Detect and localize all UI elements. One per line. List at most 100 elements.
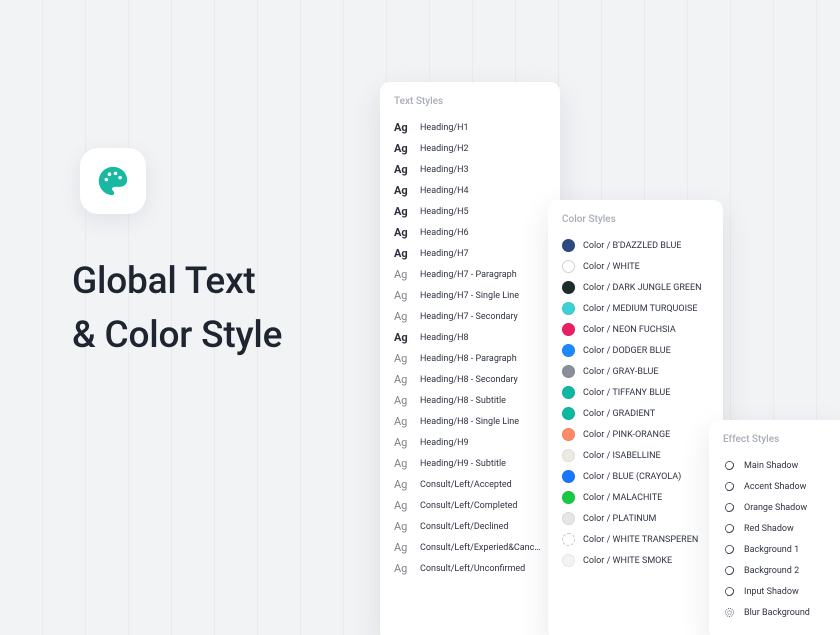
- effect-style-item[interactable]: Main Shadow: [723, 455, 835, 476]
- effect-style-item[interactable]: Orange Shadow: [723, 497, 835, 518]
- text-style-item[interactable]: AgHeading/H5: [394, 201, 546, 222]
- text-style-label: Heading/H8 - Subtitle: [420, 396, 506, 406]
- shadow-icon: [723, 564, 736, 577]
- shadow-icon: [723, 543, 736, 556]
- effect-style-item[interactable]: Background 1: [723, 539, 835, 560]
- color-style-label: Color / GRAY-BLUE: [583, 367, 659, 377]
- color-style-item[interactable]: Color / MALACHITE: [562, 487, 709, 508]
- color-style-label: Color / WHITE TRANSPEREN: [583, 535, 698, 545]
- type-token-icon: Ag: [394, 121, 412, 134]
- effect-styles-title: Effect Styles: [723, 434, 835, 445]
- color-swatch-icon: [562, 386, 575, 399]
- type-token-icon: Ag: [394, 394, 412, 407]
- text-style-label: Heading/H7 - Paragraph: [420, 270, 517, 280]
- text-style-label: Heading/H8 - Paragraph: [420, 354, 517, 364]
- color-swatch-icon: [562, 281, 575, 294]
- type-token-icon: Ag: [394, 373, 412, 386]
- text-style-label: Consult/Left/Declined: [420, 522, 508, 532]
- text-style-item[interactable]: Ag Heading/H8 - Subtitle: [394, 390, 546, 411]
- text-style-label: Consult/Left/Accepted: [420, 480, 512, 490]
- color-style-label: Color / PLATINUM: [583, 514, 656, 524]
- color-style-item[interactable]: Color / B'DAZZLED BLUE: [562, 235, 709, 256]
- color-style-label: Color / WHITE SMOKE: [583, 556, 672, 566]
- text-style-item[interactable]: AgConsult/Left/Accepted: [394, 474, 546, 495]
- text-style-item[interactable]: AgHeading/H7 - Single Line: [394, 285, 546, 306]
- text-style-item[interactable]: Ag Heading/H8 - Paragraph: [394, 348, 546, 369]
- text-style-item[interactable]: AgHeading/H9 - Subtitle: [394, 453, 546, 474]
- color-style-label: Color / MEDIUM TURQUOISE: [583, 304, 698, 314]
- shadow-icon: [723, 585, 736, 598]
- text-style-item[interactable]: AgConsult/Left/Declined: [394, 516, 546, 537]
- color-style-item[interactable]: Color / WHITE: [562, 256, 709, 277]
- color-swatch-icon: [562, 260, 575, 273]
- type-token-icon: Ag: [394, 415, 412, 428]
- color-style-label: Color / DODGER BLUE: [583, 346, 671, 356]
- type-token-icon: Ag: [394, 142, 412, 155]
- effect-style-item[interactable]: Background 2: [723, 560, 835, 581]
- type-token-icon: Ag: [394, 310, 412, 323]
- type-token-icon: Ag: [394, 163, 412, 176]
- color-style-label: Color / ISABELLINE: [583, 451, 661, 461]
- color-style-item[interactable]: Color / BLUE (CRAYOLA): [562, 466, 709, 487]
- text-style-item[interactable]: AgConsult/Left/Completed: [394, 495, 546, 516]
- text-style-label: Heading/H2: [420, 144, 469, 154]
- text-style-label: Consult/Left/Completed: [420, 501, 518, 511]
- text-style-item[interactable]: AgHeading/H7 - Secondary: [394, 306, 546, 327]
- color-style-item[interactable]: Color / DODGER BLUE: [562, 340, 709, 361]
- shadow-icon: [723, 522, 736, 535]
- effect-style-item[interactable]: Accent Shadow: [723, 476, 835, 497]
- headline-line-1: Global Text: [72, 255, 282, 309]
- color-style-item[interactable]: Color / NEON FUCHSIA: [562, 319, 709, 340]
- shadow-icon: [723, 501, 736, 514]
- color-swatch-icon: [562, 533, 575, 546]
- color-style-item[interactable]: Color / TIFFANY BLUE: [562, 382, 709, 403]
- effect-style-label: Orange Shadow: [744, 503, 807, 513]
- text-style-label: Heading/H3: [420, 165, 469, 175]
- type-token-icon: Ag: [394, 562, 412, 575]
- effect-style-label: Main Shadow: [744, 461, 798, 471]
- text-style-item[interactable]: Ag Heading/H2: [394, 138, 546, 159]
- shadow-icon: [723, 459, 736, 472]
- text-style-item[interactable]: AgConsult/Left/Experied&Canc…: [394, 537, 546, 558]
- color-swatch-icon: [562, 428, 575, 441]
- effect-style-item[interactable]: Input Shadow: [723, 581, 835, 602]
- text-style-item[interactable]: AgHeading/H8 - Single Line: [394, 411, 546, 432]
- text-styles-panel: Text Styles AgHeading/H1AgHeading/H2AgHe…: [380, 82, 560, 635]
- color-style-item[interactable]: Color / WHITE SMOKE: [562, 550, 709, 571]
- color-swatch-icon: [562, 407, 575, 420]
- text-style-item[interactable]: AgHeading/H6: [394, 222, 546, 243]
- color-swatch-icon: [562, 554, 575, 567]
- color-swatch-icon: [562, 323, 575, 336]
- color-style-item[interactable]: Color / GRADIENT: [562, 403, 709, 424]
- type-token-icon: Ag: [394, 457, 412, 470]
- text-style-item[interactable]: AgHeading/H8: [394, 327, 546, 348]
- text-style-label: Heading/H9: [420, 438, 469, 448]
- color-style-item[interactable]: Color / PINK-ORANGE: [562, 424, 709, 445]
- type-token-icon: Ag: [394, 352, 412, 365]
- color-style-item[interactable]: Color / MEDIUM TURQUOISE: [562, 298, 709, 319]
- color-style-item[interactable]: Color / DARK JUNGLE GREEN: [562, 277, 709, 298]
- text-style-item[interactable]: AgHeading/H7: [394, 243, 546, 264]
- color-style-item[interactable]: Color / WHITE TRANSPEREN: [562, 529, 709, 550]
- text-style-item[interactable]: AgHeading/H1: [394, 117, 546, 138]
- color-style-item[interactable]: Color / GRAY-BLUE: [562, 361, 709, 382]
- text-style-item[interactable]: Ag Heading/H3: [394, 159, 546, 180]
- text-style-label: Heading/H7 - Single Line: [420, 291, 519, 301]
- text-style-item[interactable]: AgHeading/H8 - Secondary: [394, 369, 546, 390]
- text-style-item[interactable]: AgConsult/Left/Unconfirmed: [394, 558, 546, 579]
- color-swatch-icon: [562, 365, 575, 378]
- color-style-item[interactable]: Color / ISABELLINE: [562, 445, 709, 466]
- type-token-icon: Ag: [394, 226, 412, 239]
- effect-style-label: Blur Background: [744, 608, 810, 618]
- color-style-label: Color / TIFFANY BLUE: [583, 388, 670, 398]
- text-style-item[interactable]: AgHeading/H9: [394, 432, 546, 453]
- text-style-item[interactable]: AgHeading/H4: [394, 180, 546, 201]
- app-icon-tile: [80, 148, 146, 214]
- effect-style-item[interactable]: Red Shadow: [723, 518, 835, 539]
- color-styles-title: Color Styles: [562, 214, 709, 225]
- color-swatch-icon: [562, 302, 575, 315]
- color-style-item[interactable]: Color / PLATINUM: [562, 508, 709, 529]
- blur-icon: [723, 606, 736, 619]
- text-style-item[interactable]: AgHeading/H7 - Paragraph: [394, 264, 546, 285]
- effect-style-item[interactable]: Blur Background: [723, 602, 835, 623]
